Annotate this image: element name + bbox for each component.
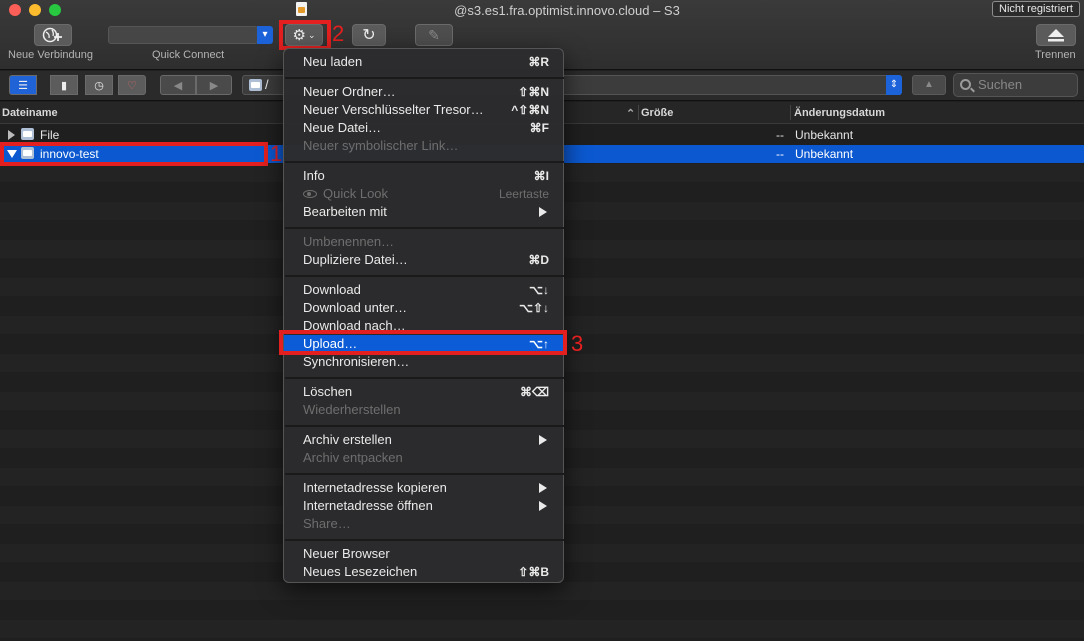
file-size: -- — [776, 147, 784, 161]
app-window: @s3.es1.fra.optimist.innovo.cloud – S3 N… — [0, 0, 1084, 641]
menu-item-download-unter[interactable]: Download unter… ⌥⇧↓ — [284, 299, 563, 317]
file-modified: Unbekannt — [795, 128, 854, 142]
bucket-icon — [21, 128, 34, 140]
forward-button[interactable]: ▶ — [196, 75, 232, 95]
menu-item-neuer-tresor[interactable]: Neuer Verschlüsselter Tresor… ^⇧⌘N — [284, 101, 563, 119]
file-size: -- — [776, 128, 784, 142]
pencil-icon: ✎ — [428, 26, 440, 43]
refresh-button[interactable]: ↻ — [352, 24, 386, 46]
menu-item-neues-lesezeichen[interactable]: Neues Lesezeichen ⇧⌘B — [284, 563, 563, 581]
menu-item-neuer-ordner[interactable]: Neuer Ordner… ⇧⌘N — [284, 83, 563, 101]
column-divider — [790, 105, 791, 120]
parent-directory-button[interactable]: ▲ — [912, 75, 946, 95]
submenu-arrow-icon — [539, 483, 547, 493]
menu-item-symbolischer-link: Neuer symbolischer Link… — [303, 138, 459, 153]
file-name: File — [40, 128, 60, 142]
empty-row — [0, 620, 1084, 638]
menu-item-synchronisieren[interactable]: Synchronisieren… — [284, 353, 563, 371]
action-context-menu: Neu laden ⌘R Neuer Ordner… ⇧⌘N Neuer Versc… — [283, 48, 564, 583]
globe-plus-icon — [42, 27, 62, 43]
back-arrow-icon: ◀ — [173, 79, 183, 92]
new-connection-button[interactable] — [34, 24, 72, 46]
disconnect-label: Trennen — [1035, 49, 1076, 61]
disclosure-right-icon[interactable] — [8, 130, 15, 140]
submenu-arrow-icon — [539, 207, 547, 217]
column-divider — [638, 105, 639, 120]
menu-item-neue-datei[interactable]: Neue Datei… ⌘F — [284, 119, 563, 137]
highlight-step-1 — [0, 142, 268, 166]
menu-item-wiederherstellen: Wiederherstellen — [303, 402, 401, 417]
back-button[interactable]: ◀ — [160, 75, 196, 95]
eye-icon — [303, 190, 317, 198]
step-3-number: 3 — [571, 331, 584, 356]
menu-separator — [285, 161, 564, 163]
menu-item-archiv-entpacken: Archiv entpacken — [303, 450, 403, 465]
browser-view-button[interactable]: ☰ — [9, 75, 37, 95]
search-field[interactable]: Suchen — [953, 73, 1078, 97]
edit-button[interactable]: ✎ — [415, 24, 453, 46]
sort-ascending-icon: ⌃ — [626, 108, 636, 120]
menu-item-neu-laden[interactable]: Neu laden ⌘R — [284, 53, 563, 71]
outline-list-icon: ☰ — [18, 79, 28, 92]
clock-icon: ◷ — [94, 79, 104, 92]
menu-item-internetadresse-kopieren[interactable]: Internetadresse kopieren — [284, 479, 563, 497]
menu-separator — [285, 425, 564, 427]
highlight-step-3 — [279, 330, 567, 355]
step-1-number: 1 — [270, 141, 283, 166]
empty-row — [0, 601, 1084, 619]
bookmark-icon: ▮ — [60, 79, 68, 92]
menu-separator — [285, 275, 564, 277]
eject-icon — [1048, 29, 1064, 42]
menu-item-umbenennen: Umbenennen… — [303, 234, 395, 249]
menu-item-loeschen[interactable]: Löschen ⌘⌫ — [284, 383, 563, 401]
new-connection-label: Neue Verbindung — [8, 49, 94, 61]
bonjour-icon: ♡ — [127, 79, 137, 92]
path-dropdown[interactable]: ⇕ — [886, 75, 902, 95]
menu-item-bearbeiten-mit[interactable]: Bearbeiten mit — [284, 203, 563, 221]
submenu-arrow-icon — [539, 501, 547, 511]
search-icon — [960, 79, 971, 90]
history-view-button[interactable]: ◷ — [85, 75, 113, 95]
quick-connect-dropdown[interactable]: ▾ — [257, 26, 273, 44]
submenu-arrow-icon — [539, 435, 547, 445]
column-header-modified[interactable]: Änderungsdatum — [794, 107, 885, 119]
column-header-name[interactable]: Dateiname — [2, 107, 58, 119]
menu-item-archiv-erstellen[interactable]: Archiv erstellen — [284, 431, 563, 449]
quick-connect-input[interactable] — [108, 26, 258, 44]
refresh-icon: ↻ — [362, 27, 376, 44]
menu-item-info[interactable]: Info ⌘I — [284, 167, 563, 185]
disconnect-button[interactable] — [1036, 24, 1076, 46]
menu-separator — [285, 227, 564, 229]
menu-separator — [285, 473, 564, 475]
path-value: / — [265, 77, 269, 92]
column-header-size[interactable]: Größe — [641, 107, 673, 119]
menu-separator — [285, 377, 564, 379]
file-modified: Unbekannt — [795, 147, 854, 161]
menu-separator — [285, 539, 564, 541]
menu-item-dupliziere-datei[interactable]: Dupliziere Datei… ⌘D — [284, 251, 563, 269]
highlight-step-2 — [279, 20, 331, 50]
empty-row — [0, 582, 1084, 600]
menu-item-share: Share… — [303, 516, 351, 531]
bonjour-view-button[interactable]: ♡ — [118, 75, 146, 95]
quick-connect-label: Quick Connect — [152, 49, 225, 61]
bookmarks-view-button[interactable]: ▮ — [50, 75, 78, 95]
registration-badge[interactable]: Nicht registriert — [992, 1, 1080, 17]
menu-item-internetadresse-oeffnen[interactable]: Internetadresse öffnen — [284, 497, 563, 515]
menu-item-neuer-browser[interactable]: Neuer Browser — [284, 545, 563, 563]
search-placeholder: Suchen — [978, 77, 1023, 92]
window-title: @s3.es1.fra.optimist.innovo.cloud – S3 — [454, 3, 680, 18]
menu-item-quick-look: Quick Look Leertaste — [284, 185, 563, 203]
drive-icon — [249, 79, 262, 91]
menu-separator — [285, 77, 564, 79]
menu-item-download[interactable]: Download ⌥↓ — [284, 281, 563, 299]
forward-arrow-icon: ▶ — [209, 79, 219, 92]
step-2-number: 2 — [332, 21, 345, 46]
